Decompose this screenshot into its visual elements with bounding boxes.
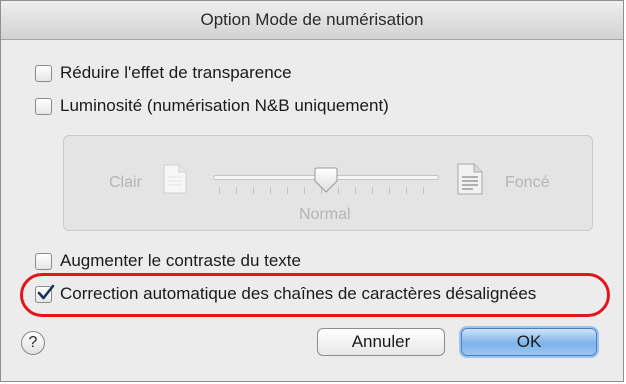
brightness-slider-thumb[interactable]	[314, 167, 338, 193]
brightness-label: Luminosité (numérisation N&B uniquement)	[60, 96, 389, 115]
scan-mode-options-dialog: Option Mode de numérisation Réduire l'ef…	[0, 0, 624, 382]
brightness-normal-label: Normal	[299, 206, 351, 223]
brightness-light-label: Clair	[109, 174, 142, 191]
option-auto-deskew[interactable]: Correction automatique des chaînes de ca…	[35, 284, 536, 304]
option-reduce-transparency[interactable]: Réduire l'effet de transparence	[35, 63, 292, 83]
increase-contrast-label: Augmenter le contraste du texte	[60, 251, 301, 270]
ok-button[interactable]: OK	[461, 328, 597, 356]
light-document-icon	[163, 164, 187, 194]
increase-contrast-checkbox[interactable]	[35, 252, 52, 270]
option-increase-contrast[interactable]: Augmenter le contraste du texte	[35, 251, 301, 271]
cancel-button[interactable]: Annuler	[317, 328, 445, 356]
auto-deskew-label: Correction automatique des chaînes de ca…	[60, 284, 537, 303]
brightness-checkbox[interactable]	[35, 97, 52, 115]
help-button[interactable]: ?	[21, 331, 45, 355]
reduce-transparency-label: Réduire l'effet de transparence	[60, 63, 292, 82]
brightness-dark-label: Foncé	[505, 174, 550, 191]
auto-deskew-checkbox[interactable]	[35, 284, 55, 303]
dark-document-icon	[457, 163, 483, 195]
option-brightness[interactable]: Luminosité (numérisation N&B uniquement)	[35, 96, 389, 116]
reduce-transparency-checkbox[interactable]	[35, 64, 52, 82]
dialog-title: Option Mode de numérisation	[1, 1, 623, 40]
checkmark-icon	[37, 284, 55, 299]
